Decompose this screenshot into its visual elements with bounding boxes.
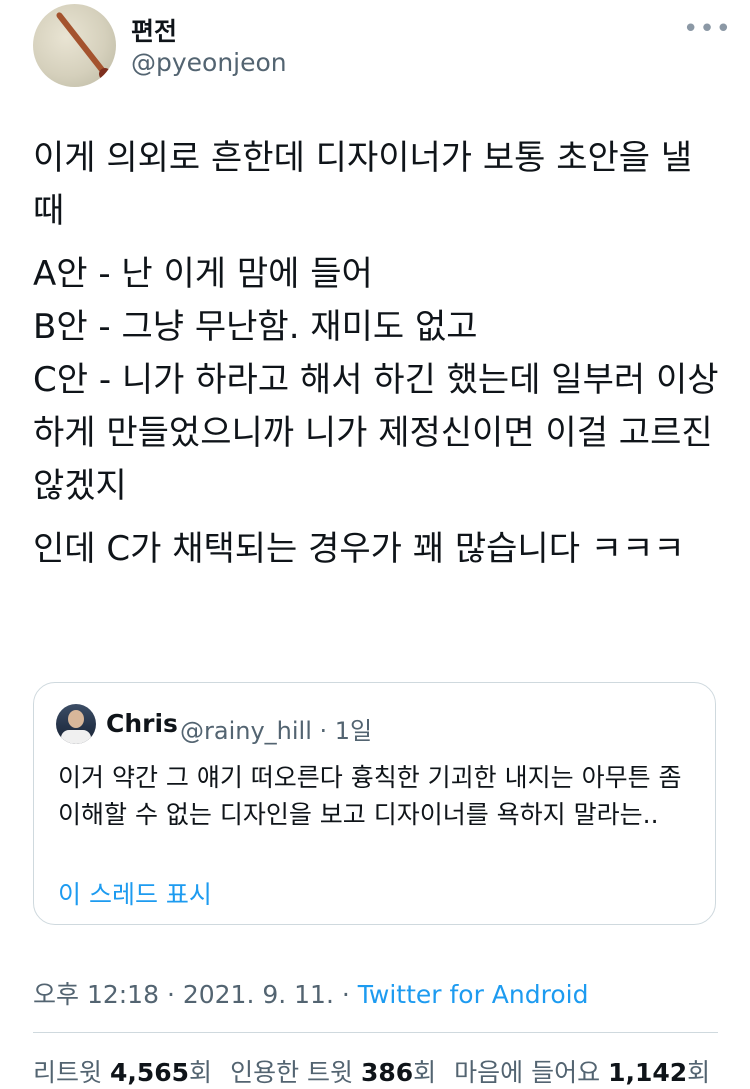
tweet-timestamp-line: 오후 12:18 · 2021. 9. 11. · Twitter for An… [33, 975, 588, 1011]
like-count: 1,142 [608, 1058, 688, 1087]
tweet-paragraph: 이게 의외로 흔한데 디자이너가 보통 초안을 낼때 [33, 138, 693, 231]
quoted-author-avatar[interactable] [56, 704, 96, 744]
quoted-author-meta: @rainy_hill · 1일 [180, 717, 373, 745]
author-display-name[interactable]: 편전 [131, 12, 177, 48]
quoted-tweet-text: 이거 약간 그 얘기 떠오른다 흉칙한 기괴한 내지는 아무튼 좀 이해할 수 … [58, 763, 682, 829]
show-thread-link[interactable]: 이 스레드 표시 [58, 875, 212, 911]
engagement-stats: 리트윗 4,565회 인용한 트윗 386회 마음에 들어요 1,142회 [33, 1053, 710, 1089]
quote-tweet-unit: 회 [413, 1058, 437, 1087]
like-label: 마음에 들어요 [454, 1058, 601, 1087]
retweet-unit: 회 [189, 1058, 213, 1087]
tweet-paragraph: A안 - 난 이게 맘에 들어 B안 - 그냥 무난함. 재미도 없고 C안 -… [33, 254, 719, 506]
quoted-author-name: Chris [106, 709, 178, 738]
retweet-label: 리트윗 [33, 1058, 103, 1087]
tweet-text: 이게 의외로 흔한데 디자이너가 보통 초안을 낼때 A안 - 난 이게 맘에 … [33, 132, 723, 586]
divider [33, 1032, 718, 1033]
quoted-tweet-card[interactable]: Chris @rainy_hill · 1일 이거 약간 그 얘기 떠오른다 흉… [33, 682, 716, 925]
like-stat[interactable]: 마음에 들어요 1,142회 [454, 1058, 710, 1087]
retweet-count: 4,565 [109, 1058, 190, 1087]
author-handle[interactable]: @pyeonjeon [131, 48, 287, 77]
tweet-header: 편전 @pyeonjeon ••• [0, 0, 750, 100]
quote-tweet-count: 386 [360, 1058, 414, 1087]
quote-tweet-label: 인용한 트윗 [230, 1058, 354, 1087]
author-avatar[interactable] [33, 4, 116, 87]
tweet-timestamp[interactable]: 오후 12:18 · 2021. 9. 11. · [33, 980, 358, 1009]
tweet-source-link[interactable]: Twitter for Android [358, 980, 589, 1009]
like-unit: 회 [687, 1058, 711, 1087]
quote-tweet-stat[interactable]: 인용한 트윗 386회 [230, 1058, 436, 1087]
retweet-stat[interactable]: 리트윗 4,565회 [33, 1058, 212, 1087]
tweet-paragraph: 인데 C가 채택되는 경우가 꽤 많습니다 ㅋㅋㅋ [33, 529, 685, 569]
more-horizontal-icon[interactable]: ••• [683, 14, 732, 44]
